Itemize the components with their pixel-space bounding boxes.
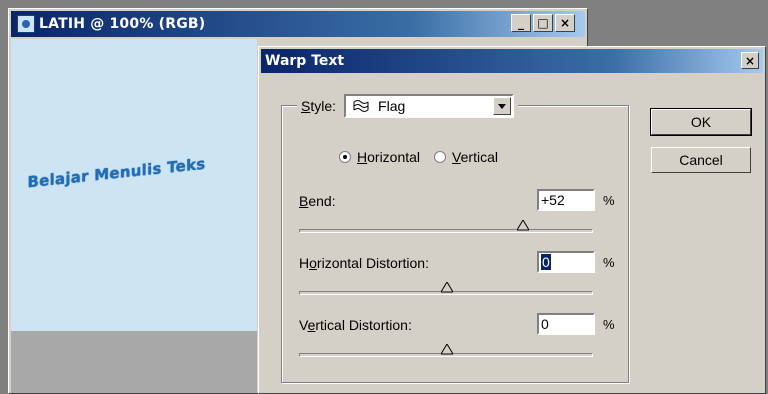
warped-text-layer[interactable]: Belajar Menulis Teks <box>27 155 205 192</box>
vertical-distortion-slider-track[interactable] <box>299 344 593 357</box>
horizontal-distortion-slider-thumb[interactable] <box>441 282 453 293</box>
style-dropdown[interactable]: Flag <box>344 94 515 118</box>
ok-button[interactable]: OK <box>650 108 752 136</box>
canvas-pasteboard <box>11 331 257 393</box>
bend-unit: % <box>603 193 615 208</box>
chevron-down-icon[interactable] <box>493 97 512 115</box>
horizontal-distortion-unit: % <box>603 255 615 270</box>
style-label: Style: <box>301 98 337 114</box>
vertical-distortion-input[interactable]: 0 <box>537 313 595 335</box>
maximize-button[interactable]: □ <box>533 14 553 32</box>
vertical-distortion-slider-thumb[interactable] <box>441 344 453 355</box>
dialog-close-button[interactable]: × <box>741 52 759 69</box>
vertical-distortion-label: Vertical Distortion: <box>299 317 412 333</box>
bend-input[interactable]: +52 <box>537 189 595 211</box>
vertical-radio[interactable]: Vertical <box>434 149 498 165</box>
radio-indicator[interactable] <box>434 151 447 163</box>
dialog-title: Warp Text <box>265 53 345 69</box>
close-button[interactable]: × <box>555 14 575 32</box>
horizontal-distortion-input[interactable]: 0 <box>537 251 595 273</box>
dialog-titlebar[interactable]: Warp Text × <box>261 49 763 73</box>
orientation-radio-group: Horizontal Vertical <box>339 149 498 165</box>
document-title: LATIH @ 100% (RGB) <box>39 16 206 32</box>
bend-slider-track[interactable] <box>299 220 593 233</box>
window-controls: _ □ × <box>511 14 575 32</box>
horizontal-distortion-label: Horizontal Distortion: <box>299 255 429 271</box>
document-canvas[interactable]: Belajar Menulis Teks <box>11 39 257 331</box>
cancel-button[interactable]: Cancel <box>651 147 751 173</box>
bend-label: Bend: <box>299 193 336 209</box>
vertical-label[interactable]: Vertical <box>452 149 498 165</box>
horizontal-radio[interactable]: Horizontal <box>339 149 420 165</box>
horizontal-distortion-slider-track[interactable] <box>299 282 593 295</box>
style-value: Flag <box>378 98 406 114</box>
vertical-distortion-unit: % <box>603 317 615 332</box>
warp-text-dialog: Warp Text × Style: Flag Horizontal Verti… <box>258 46 766 394</box>
document-titlebar[interactable]: LATIH @ 100% (RGB) _ □ × <box>11 11 585 37</box>
horizontal-label[interactable]: Horizontal <box>357 149 420 165</box>
warp-settings-group <box>281 105 629 383</box>
minimize-button[interactable]: _ <box>511 14 531 32</box>
style-row: Style: Flag <box>297 94 519 118</box>
photoshop-document-icon <box>17 15 35 33</box>
horizontal-distortion-value: 0 <box>541 254 551 270</box>
flag-style-icon <box>353 100 369 112</box>
bend-slider-thumb[interactable] <box>517 220 530 231</box>
radio-indicator-selected[interactable] <box>339 151 351 163</box>
